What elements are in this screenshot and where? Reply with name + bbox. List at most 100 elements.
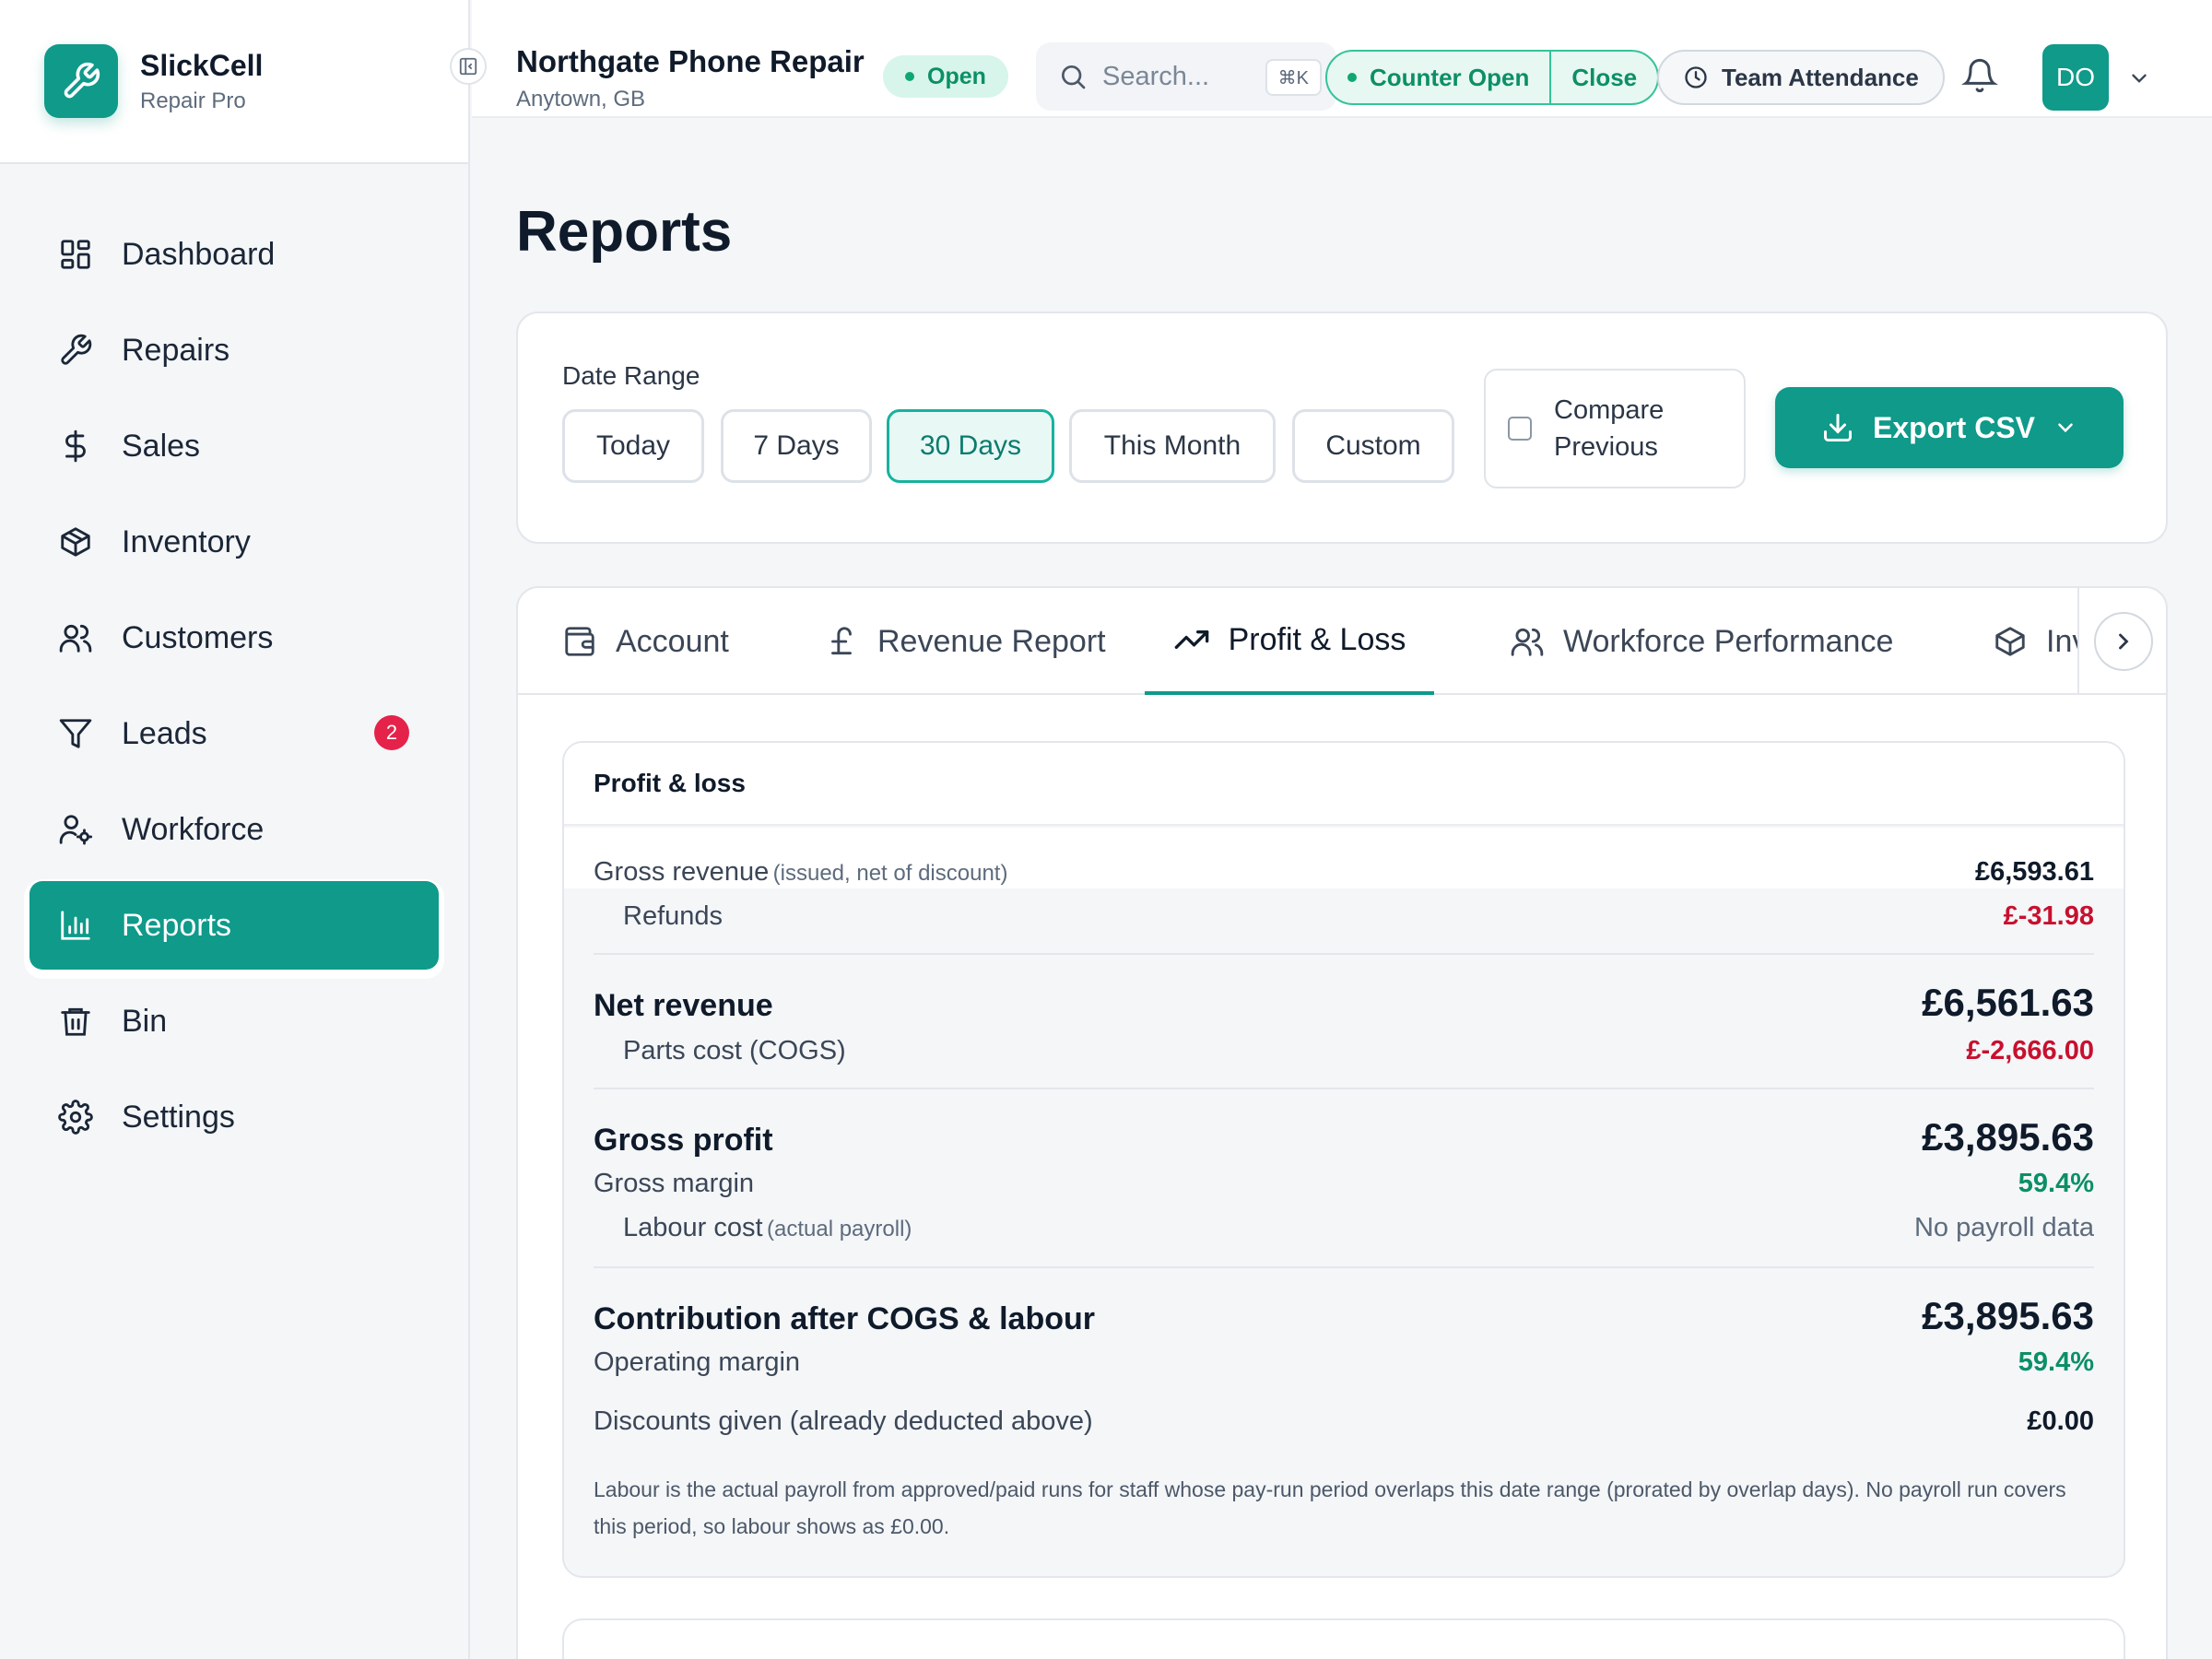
counter-open-label: Counter Open (1370, 63, 1530, 91)
tab-label: Inv (2046, 623, 2077, 659)
sidebar-item-settings[interactable]: Settings (29, 1073, 439, 1161)
tab-label: Revenue Report (877, 623, 1106, 659)
range-custom-button[interactable]: Custom (1292, 409, 1454, 483)
compare-label-line2: Previous (1554, 432, 1658, 462)
range-this-month-button[interactable]: This Month (1069, 409, 1276, 483)
labour-cost-value: No payroll data (1913, 1213, 2094, 1242)
tab-revenue-report[interactable]: Revenue Report (824, 588, 1106, 695)
gross-margin-value: 59.4% (2018, 1169, 2094, 1198)
contribution-row: Contribution after COGS & labour £3,895.… (594, 1294, 2094, 1338)
search-shortcut: ⌘K (1265, 59, 1322, 96)
tab-label: Profit & Loss (1228, 621, 1406, 657)
sidebar-item-dashboard[interactable]: Dashboard (29, 210, 439, 299)
dashboard-icon (57, 236, 94, 273)
compare-label-line1: Compare (1554, 395, 1665, 425)
team-attendance-label: Team Attendance (1722, 63, 1919, 91)
gross-revenue-row: Gross revenue (issued, net of discount) … (594, 857, 2094, 888)
status-dot-icon (1347, 73, 1357, 82)
tab-inventory[interactable]: Inv (1993, 588, 2077, 695)
search-placeholder: Search... (1102, 61, 1210, 91)
wallet-icon (562, 624, 597, 659)
contribution-value: £3,895.63 (1922, 1294, 2094, 1337)
page-title: Reports (516, 200, 733, 264)
brand-name: SlickCell (140, 48, 264, 82)
sidebar-item-label: Bin (122, 1003, 168, 1039)
filter-card-footer (518, 487, 2166, 542)
discounts-row: Discounts given (already deducted above)… (594, 1406, 2094, 1437)
collapse-sidebar-button[interactable] (450, 48, 487, 85)
brand: SlickCell Repair Pro (0, 0, 487, 164)
shop-info: Northgate Phone Repair Anytown, GB (516, 44, 865, 112)
sidebar-item-repairs[interactable]: Repairs (29, 306, 439, 394)
sidebar-item-label: Inventory (122, 524, 251, 559)
gross-revenue-note: (issued, net of discount) (772, 861, 1008, 886)
checkbox-box[interactable] (1508, 417, 1532, 441)
gross-margin-label: Gross margin (594, 1169, 755, 1198)
gear-icon (57, 1099, 94, 1135)
bar-chart-icon (57, 907, 94, 944)
box-icon (57, 524, 94, 560)
tabs-scroll-right-button[interactable] (2094, 612, 2153, 671)
counter-open-status: Counter Open (1327, 52, 1549, 103)
tab-account[interactable]: Account (562, 588, 729, 695)
chevron-right-icon (2119, 633, 2129, 650)
chevron-down-icon (2053, 416, 2077, 440)
search-input[interactable]: Search... ⌘K (1036, 42, 1336, 111)
export-csv-label: Export CSV (1872, 410, 2036, 444)
range-7-days-button[interactable]: 7 Days (721, 409, 872, 483)
sidebar-item-bin[interactable]: Bin (29, 977, 439, 1065)
range-today-button[interactable]: Today (562, 409, 704, 483)
avatar[interactable]: DO (2042, 44, 2109, 111)
trending-up-icon (1173, 621, 1210, 658)
compare-previous-checkbox[interactable]: Compare Previous (1484, 369, 1746, 488)
sidebar-item-inventory[interactable]: Inventory (29, 498, 439, 586)
export-csv-button[interactable]: Export CSV (1775, 387, 2124, 468)
sidebar-item-workforce[interactable]: Workforce (29, 785, 439, 874)
shop-name: Northgate Phone Repair (516, 44, 865, 78)
sidebar-item-label: Dashboard (122, 236, 276, 272)
sidebar-item-label: Sales (122, 428, 201, 464)
range-30-days-button[interactable]: 30 Days (887, 409, 1054, 483)
filter-icon (57, 715, 94, 752)
shop-status-label: Open (927, 63, 986, 89)
date-range-label: Date Range (562, 361, 700, 390)
labour-footnote: Labour is the actual payroll from approv… (594, 1477, 2066, 1538)
operating-margin-row: Operating margin 59.4% (594, 1347, 2094, 1378)
close-counter-button[interactable]: Close (1549, 52, 1657, 103)
top-bar: Northgate Phone Repair Anytown, GB Open … (472, 0, 2212, 118)
chevron-down-icon[interactable] (2127, 66, 2151, 95)
tab-label: Workforce Performance (1563, 623, 1894, 659)
sidebar-item-label: Customers (122, 619, 274, 655)
sidebar-item-customers[interactable]: Customers (29, 594, 439, 682)
gross-profit-value: £3,895.63 (1922, 1115, 2094, 1159)
gross-profit-label: Gross profit (594, 1123, 773, 1158)
refunds-value: £-31.98 (2003, 901, 2094, 931)
trash-icon (57, 1003, 94, 1040)
sidebar-item-label: Repairs (122, 332, 230, 368)
refunds-row: Refunds £-31.98 (594, 901, 2094, 932)
download-icon (1821, 411, 1854, 444)
tab-workforce-performance[interactable]: Workforce Performance (1510, 588, 1893, 695)
shop-status-badge: Open (883, 55, 1008, 98)
brand-subtitle: Repair Pro (140, 88, 246, 113)
parts-cost-label: Parts cost (COGS) (623, 1036, 846, 1065)
sidebar: SlickCell Repair Pro Dashboard Repairs S… (0, 0, 487, 1659)
pound-icon (824, 624, 859, 659)
sidebar-item-leads[interactable]: Leads 2 (29, 689, 439, 778)
sidebar-item-reports[interactable]: Reports (29, 881, 439, 970)
sidebar-nav: Dashboard Repairs Sales Inventory Custom… (0, 164, 468, 1161)
parts-cost-row: Parts cost (COGS) £-2,666.00 (594, 1036, 2094, 1066)
box-icon (1993, 624, 2028, 659)
sidebar-item-label: Leads (122, 715, 207, 751)
panel-left-icon (459, 57, 477, 76)
counter-status-group: Counter Open Close (1325, 50, 1660, 105)
shop-location: Anytown, GB (516, 87, 646, 112)
profit-loss-title: Profit & loss (564, 743, 2124, 826)
notifications-bell-icon[interactable] (1961, 57, 1998, 99)
tab-profit-and-loss[interactable]: Profit & Loss (1145, 588, 1434, 695)
report-tabs: Account Revenue Report Profit & Loss Wor… (518, 588, 2166, 695)
wrench-logo-icon (44, 44, 118, 118)
leads-count-badge: 2 (374, 715, 409, 750)
team-attendance-button[interactable]: Team Attendance (1657, 50, 1945, 105)
sidebar-item-sales[interactable]: Sales (29, 402, 439, 490)
